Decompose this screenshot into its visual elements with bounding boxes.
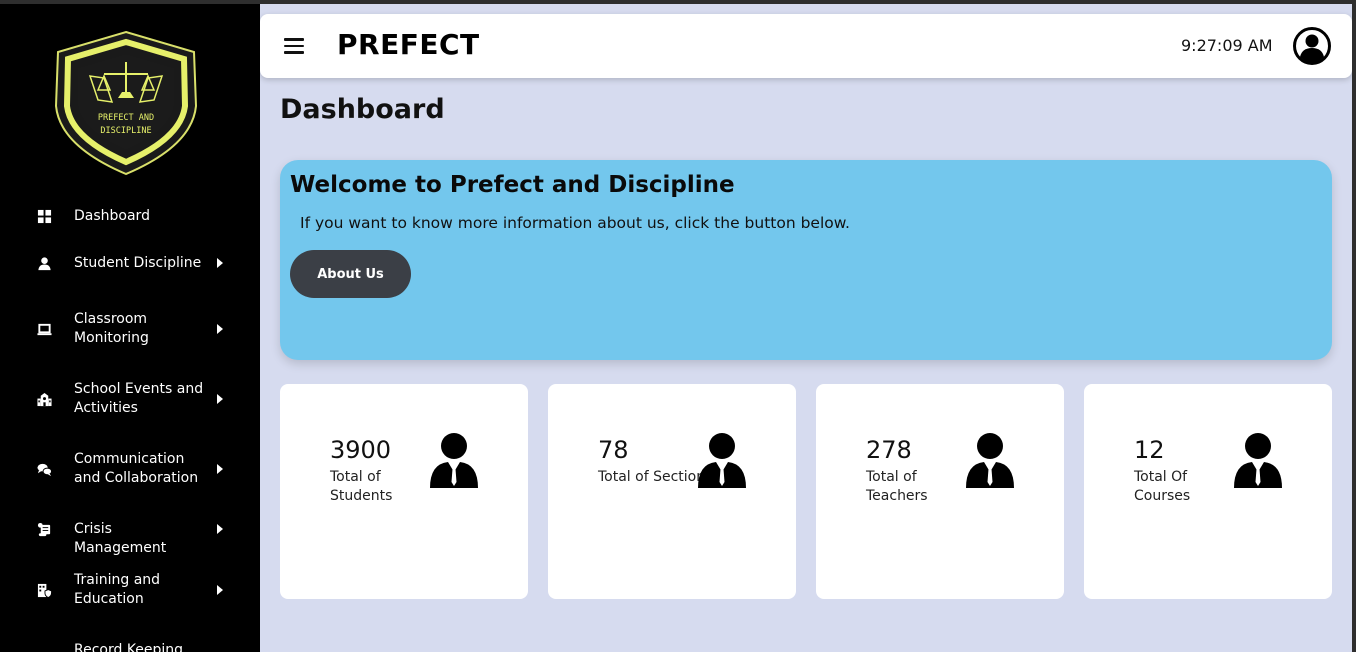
stat-number: 78 xyxy=(598,436,629,464)
scroll-icon xyxy=(36,521,52,537)
svg-text:PREFECT AND: PREFECT AND xyxy=(98,113,154,123)
sidebar-item-label: Crisis Management xyxy=(74,521,167,556)
welcome-title: Welcome to Prefect and Discipline xyxy=(290,172,735,198)
laptop-icon xyxy=(36,321,52,337)
sidebar-item-record-keeping[interactable]: Record Keeping and xyxy=(0,640,260,652)
sidebar-item-label: Student Discipline xyxy=(74,255,202,271)
page-title: Dashboard xyxy=(280,94,445,125)
user-account-button[interactable] xyxy=(1292,26,1332,66)
sidebar-item-classroom-monitoring[interactable]: Classroom Monitoring xyxy=(0,309,260,349)
hamburger-line xyxy=(284,38,304,41)
prefect-shield-logo: PREFECT AND DISCIPLINE xyxy=(54,30,198,176)
user-tie-icon xyxy=(428,432,480,490)
grid-icon xyxy=(36,208,52,224)
caret-right-icon xyxy=(217,524,223,534)
stat-number: 12 xyxy=(1134,436,1165,464)
sidebar-item-dashboard[interactable]: Dashboard xyxy=(0,206,260,226)
sidebar-item-crisis-management[interactable]: Crisis Management xyxy=(0,519,260,556)
stat-card-students: 3900 Total of Students xyxy=(280,384,528,599)
sidebar-item-training-education[interactable]: Training and Education xyxy=(0,570,260,610)
sidebar-item-label: Training and Education xyxy=(74,572,161,607)
person-icon xyxy=(36,255,52,271)
stat-label: Total of Teachers xyxy=(866,469,928,504)
welcome-text: If you want to know more information abo… xyxy=(300,214,850,232)
main-content: PREFECT 9:27:09 AM Dashboard Welcome to … xyxy=(260,4,1352,652)
caret-right-icon xyxy=(217,258,223,268)
stat-number: 3900 xyxy=(330,436,392,464)
stat-number: 278 xyxy=(866,436,912,464)
user-circle-icon xyxy=(1293,27,1331,65)
caret-right-icon xyxy=(217,585,223,595)
sidebar: PREFECT AND DISCIPLINE Dashboard Student… xyxy=(0,4,260,652)
building-shield-icon xyxy=(36,582,52,598)
user-tie-icon xyxy=(964,432,1016,490)
stat-card-teachers: 278 Total of Teachers xyxy=(816,384,1064,599)
chat-icon xyxy=(36,461,52,477)
caret-right-icon xyxy=(217,324,223,334)
sidebar-item-label: Dashboard xyxy=(74,208,150,224)
hamburger-line xyxy=(284,44,304,47)
caret-right-icon xyxy=(217,464,223,474)
sidebar-item-label: School Events and Activities xyxy=(74,381,204,416)
sidebar-item-student-discipline[interactable]: Student Discipline xyxy=(0,253,260,273)
about-us-button[interactable]: About Us xyxy=(290,250,411,298)
brand-title: PREFECT xyxy=(337,28,480,61)
stat-card-courses: 12 Total Of Courses xyxy=(1084,384,1332,599)
clock-display: 9:27:09 AM xyxy=(1181,36,1273,55)
user-tie-icon xyxy=(1232,432,1284,490)
stats-cards: 3900 Total of Students 78 Total of Secti… xyxy=(280,384,1332,599)
sidebar-item-label: Classroom Monitoring xyxy=(74,311,149,346)
app-window: PREFECT AND DISCIPLINE Dashboard Student… xyxy=(0,0,1356,652)
logo: PREFECT AND DISCIPLINE xyxy=(46,28,206,178)
caret-right-icon xyxy=(217,394,223,404)
sidebar-item-communication[interactable]: Communication and Collaboration xyxy=(0,449,260,489)
user-tie-icon xyxy=(696,432,748,490)
sidebar-item-school-events[interactable]: School Events and Activities xyxy=(0,379,260,419)
top-bar: PREFECT 9:27:09 AM xyxy=(260,14,1352,78)
svg-text:DISCIPLINE: DISCIPLINE xyxy=(100,126,151,136)
hamburger-line xyxy=(284,51,304,54)
stat-card-sections: 78 Total of Section xyxy=(548,384,796,599)
welcome-banner: Welcome to Prefect and Discipline If you… xyxy=(280,160,1332,360)
sidebar-item-label: Communication and Collaboration xyxy=(74,451,199,486)
sidebar-item-label: Record Keeping and xyxy=(74,642,184,652)
stat-label: Total of Students xyxy=(330,469,393,504)
school-icon xyxy=(36,391,52,407)
stat-label: Total Of Courses xyxy=(1134,469,1191,504)
menu-toggle-button[interactable] xyxy=(284,38,304,54)
